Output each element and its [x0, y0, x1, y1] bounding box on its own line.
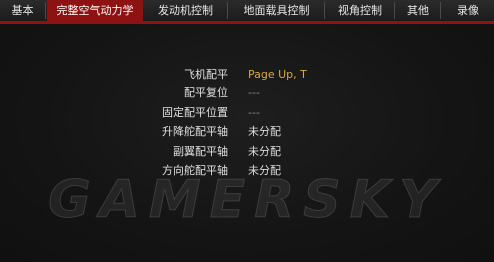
tab-replay[interactable]: 录像	[442, 2, 494, 19]
tab-bar: 基本 完整空气动力学 发动机控制 地面载具控制 视角控制 其他 录像	[0, 0, 494, 22]
tab-ground-vehicle-control[interactable]: 地面载具控制	[229, 2, 325, 19]
control-label: 飞机配平	[184, 68, 228, 81]
tab-engine-control[interactable]: 发动机控制	[144, 2, 228, 19]
control-label: 固定配平位置	[162, 106, 228, 119]
control-binding[interactable]: 未分配	[248, 123, 281, 141]
control-binding[interactable]: 未分配	[248, 143, 281, 161]
control-row-trim-reset[interactable]: 配平复位 ---	[0, 84, 494, 102]
tab-other[interactable]: 其他	[396, 2, 441, 19]
control-label: 副翼配平轴	[173, 145, 228, 158]
tab-full-aerodynamics[interactable]: 完整空气动力学	[47, 0, 143, 21]
control-row-elevator-trim-axis[interactable]: 升降舵配平轴 未分配	[0, 123, 494, 141]
control-row-aileron-trim-axis[interactable]: 副翼配平轴 未分配	[0, 143, 494, 161]
control-label: 升降舵配平轴	[162, 125, 228, 138]
gamersky-watermark: GAMERSKY	[48, 170, 446, 231]
control-binding[interactable]: ---	[248, 104, 260, 122]
tab-basic[interactable]: 基本	[0, 2, 46, 19]
control-row-fixed-trim-position[interactable]: 固定配平位置 ---	[0, 104, 494, 122]
control-row-aircraft-trim[interactable]: 飞机配平 Page Up, T	[0, 66, 494, 84]
tab-view-control[interactable]: 视角控制	[326, 2, 395, 19]
control-binding[interactable]: ---	[248, 84, 260, 102]
control-binding[interactable]: Page Up, T	[248, 66, 307, 84]
control-label: 配平复位	[184, 86, 228, 99]
